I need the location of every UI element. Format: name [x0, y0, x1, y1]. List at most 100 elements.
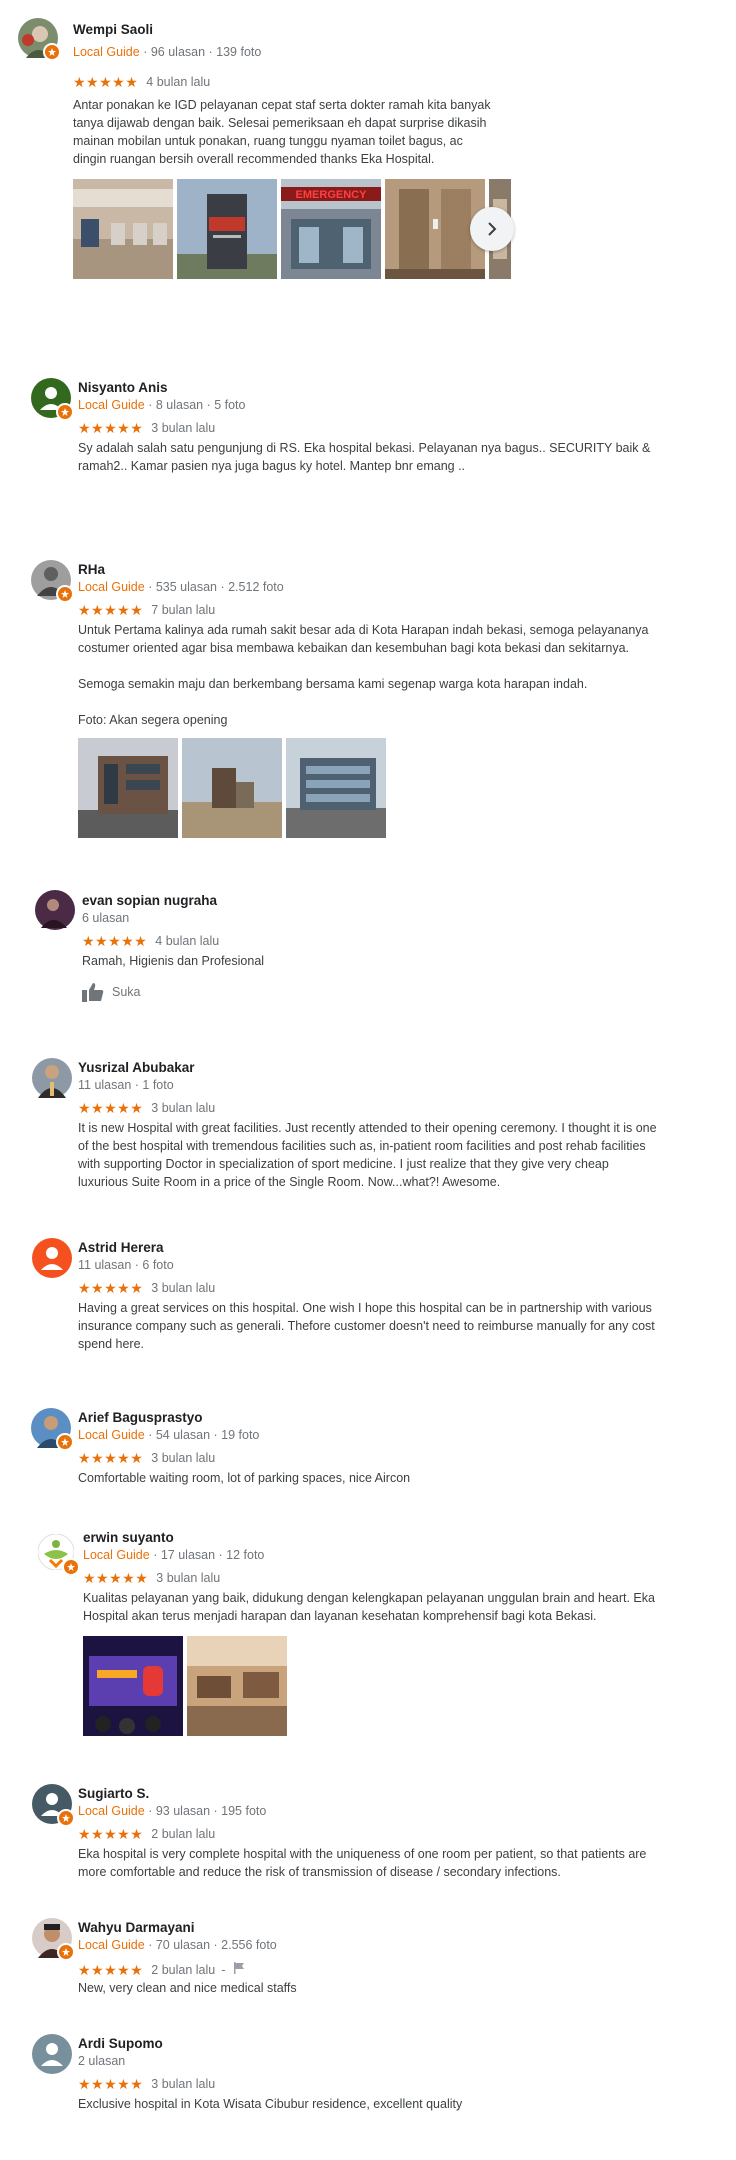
local-guide-label: Local Guide: [78, 1428, 145, 1442]
avatar-image: [32, 1058, 72, 1098]
reviewer-meta: Local Guide · 8 ulasan · 5 foto: [78, 398, 245, 412]
chevron-right-icon: [488, 222, 497, 236]
like-button[interactable]: Suka: [82, 982, 141, 1002]
emergency-sign: EMERGENCY: [296, 189, 368, 201]
local-guide-label: Local Guide: [78, 398, 145, 412]
review-card: Arief Bagusprastyo Local Guide · 54 ulas…: [0, 1400, 736, 1500]
review-photo[interactable]: [73, 179, 173, 279]
reviewer-stats: 11 ulasan · 6 foto: [78, 1258, 174, 1272]
review-text: New, very clean and nice medical staffs: [78, 1981, 297, 1995]
photo-strip: [78, 738, 386, 838]
rating-row: ★★★★★ 3 bulan lalu: [78, 421, 215, 435]
reviewer-meta: 11 ulasan · 6 foto: [78, 1258, 174, 1272]
reviewer-stats: · 54 ulasan · 19 foto: [148, 1428, 260, 1442]
rating-row: ★★★★★ 4 bulan lalu: [82, 934, 219, 948]
star-rating: ★★★★★: [82, 933, 148, 949]
rating-row: ★★★★★ 3 bulan lalu: [78, 1101, 215, 1115]
reviewer-meta: Local Guide · 93 ulasan · 195 foto: [78, 1804, 266, 1818]
review-card: RHa Local Guide · 535 ulasan · 2.512 fot…: [0, 552, 736, 842]
local-guide-label: Local Guide: [83, 1548, 150, 1562]
reviewer-meta: 2 ulasan: [78, 2054, 125, 2068]
reviewer-name[interactable]: erwin suyanto: [83, 1530, 174, 1545]
photo-strip: [83, 1636, 287, 1736]
avatar-image: [32, 2034, 72, 2074]
review-time: 3 bulan lalu: [156, 1571, 221, 1585]
reviewer-name[interactable]: Arief Bagusprastyo: [78, 1410, 203, 1425]
local-guide-label: Local Guide: [78, 1804, 145, 1818]
reviewer-stats: 11 ulasan · 1 foto: [78, 1078, 174, 1092]
avatar[interactable]: [32, 1238, 72, 1278]
reviewer-stats: · 535 ulasan · 2.512 foto: [148, 580, 284, 594]
rating-row: ★★★★★ 3 bulan lalu: [83, 1571, 220, 1585]
reviewer-name[interactable]: Wahyu Darmayani: [78, 1920, 195, 1935]
avatar[interactable]: [32, 2034, 72, 2074]
avatar[interactable]: [18, 18, 61, 61]
review-photo[interactable]: [78, 738, 178, 838]
review-card: Sugiarto S. Local Guide · 93 ulasan · 19…: [0, 1776, 736, 1886]
review-card: Nisyanto Anis Local Guide · 8 ulasan · 5…: [0, 370, 736, 490]
star-rating: ★★★★★: [78, 420, 144, 436]
reviewer-name[interactable]: Sugiarto S.: [78, 1786, 149, 1801]
avatar[interactable]: [32, 1058, 72, 1098]
rating-row: ★★★★★ 7 bulan lalu: [78, 603, 215, 617]
avatar[interactable]: [31, 1408, 74, 1451]
review-photo[interactable]: [187, 1636, 287, 1736]
reviewer-meta: Local Guide · 96 ulasan · 139 foto: [73, 45, 261, 59]
reviewer-meta: 11 ulasan · 1 foto: [78, 1078, 174, 1092]
review-time: 3 bulan lalu: [151, 421, 216, 435]
reviewer-stats: · 70 ulasan · 2.556 foto: [148, 1938, 277, 1952]
review-card: Ardi Supomo 2 ulasan ★★★★★ 3 bulan lalu …: [0, 2026, 736, 2126]
rating-row: ★★★★★ 3 bulan lalu: [78, 2077, 215, 2091]
review-photo[interactable]: [286, 738, 386, 838]
avatar[interactable]: [38, 1534, 80, 1576]
avatar[interactable]: [31, 378, 74, 421]
reviewer-name[interactable]: Astrid Herera: [78, 1240, 164, 1255]
review-time: 3 bulan lalu: [151, 1101, 216, 1115]
review-time: 3 bulan lalu: [151, 2077, 216, 2091]
next-photo-button[interactable]: [470, 207, 514, 251]
review-photo[interactable]: [83, 1636, 183, 1736]
avatar[interactable]: [35, 890, 75, 930]
review-card: Astrid Herera 11 ulasan · 6 foto ★★★★★ 3…: [0, 1230, 736, 1360]
reviewer-name[interactable]: Ardi Supomo: [78, 2036, 163, 2051]
review-card: evan sopian nugraha 6 ulasan ★★★★★ 4 bul…: [0, 882, 736, 1012]
avatar[interactable]: [32, 1918, 75, 1961]
reviewer-name[interactable]: Wempi Saoli: [73, 22, 153, 37]
review-text: Ramah, Higienis dan Profesional: [82, 954, 265, 968]
review-text: Antar ponakan ke IGD pelayanan cepat sta…: [73, 98, 491, 166]
reviewer-name[interactable]: RHa: [78, 562, 105, 577]
reviewer-name[interactable]: evan sopian nugraha: [82, 893, 217, 908]
flag-icon[interactable]: [233, 1961, 245, 1979]
review-photo[interactable]: [177, 179, 277, 279]
reviewer-name[interactable]: Nisyanto Anis: [78, 380, 168, 395]
time-separator: -: [221, 1963, 226, 1977]
review-photo[interactable]: EMERGENCY: [281, 179, 381, 279]
photo-strip: EMERGENCY: [73, 179, 511, 279]
avatar[interactable]: [32, 1784, 75, 1827]
star-rating: ★★★★★: [78, 1280, 144, 1296]
reviewer-meta: Local Guide · 70 ulasan · 2.556 foto: [78, 1938, 277, 1952]
reviewer-stats: · 93 ulasan · 195 foto: [148, 1804, 267, 1818]
local-guide-label: Local Guide: [78, 580, 145, 594]
review-text: It is new Hospital with great facilities…: [78, 1121, 657, 1189]
review-photo[interactable]: [182, 738, 282, 838]
review-time: 7 bulan lalu: [151, 603, 216, 617]
local-guide-label: Local Guide: [78, 1938, 145, 1952]
reviewer-meta: Local Guide · 535 ulasan · 2.512 foto: [78, 580, 284, 594]
avatar-image: [35, 890, 75, 930]
avatar-image: [32, 1238, 72, 1278]
reviewer-stats: 2 ulasan: [78, 2054, 126, 2068]
local-guide-badge-icon: [62, 1558, 80, 1576]
review-card: Yusrizal Abubakar 11 ulasan · 1 foto ★★★…: [0, 1050, 736, 1200]
reviewer-name[interactable]: Yusrizal Abubakar: [78, 1060, 195, 1075]
rating-row: ★★★★★ 3 bulan lalu: [78, 1281, 215, 1295]
local-guide-badge-icon: [57, 1943, 75, 1961]
review-text: Untuk Pertama kalinya ada rumah sakit be…: [78, 623, 649, 727]
star-rating: ★★★★★: [78, 1450, 144, 1466]
reviewer-meta: Local Guide · 17 ulasan · 12 foto: [83, 1548, 264, 1562]
rating-row: ★★★★★ 2 bulan lalu: [78, 1827, 215, 1841]
local-guide-badge-icon: [56, 1433, 74, 1451]
reviewer-meta: Local Guide · 54 ulasan · 19 foto: [78, 1428, 259, 1442]
reviewer-stats: · 8 ulasan · 5 foto: [148, 398, 246, 412]
avatar[interactable]: [31, 560, 74, 603]
